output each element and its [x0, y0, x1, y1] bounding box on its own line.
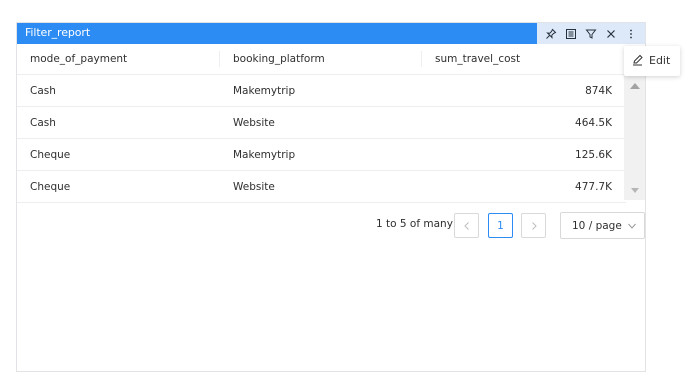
cell-booking-platform: Website: [233, 116, 275, 129]
widget-title: Filter_report: [25, 26, 91, 39]
pagination-range-text: 1 to 5 of many: [376, 218, 453, 230]
chevron-down-icon: [628, 223, 636, 229]
cell-booking-platform: Makemytrip: [233, 148, 296, 161]
cell-sum-travel-cost: 464.5K: [575, 116, 612, 129]
page-size-select[interactable]: 10 / page: [560, 212, 645, 239]
pagination: 1 to 5 of many 1 10 / page: [17, 211, 645, 239]
table-row[interactable]: Cash Website 464.5K: [17, 107, 626, 139]
prev-page-button[interactable]: [454, 213, 479, 238]
list-icon[interactable]: [563, 26, 579, 42]
next-page-button[interactable]: [521, 213, 546, 238]
column-header-sum-travel-cost[interactable]: sum_travel_cost: [435, 53, 520, 65]
widget-toolbar: [537, 23, 645, 44]
cell-mode-of-payment: Cheque: [30, 180, 71, 193]
data-grid: mode_of_payment booking_platform sum_tra…: [17, 44, 626, 203]
cell-mode-of-payment: Cash: [30, 116, 56, 129]
column-divider[interactable]: [219, 51, 220, 67]
scroll-up-arrow-icon[interactable]: [624, 78, 645, 94]
cell-booking-platform: Website: [233, 180, 275, 193]
filter-report-widget: Filter_report mode_of_payment booking_pl…: [16, 22, 646, 372]
chevron-right-icon: [531, 221, 537, 230]
column-header-mode-of-payment[interactable]: mode_of_payment: [30, 53, 127, 65]
context-menu: Edit: [624, 46, 680, 76]
column-divider[interactable]: [421, 51, 422, 67]
scroll-down-arrow-icon[interactable]: [624, 182, 645, 198]
page-number-button[interactable]: 1: [488, 213, 513, 238]
pin-icon[interactable]: [543, 26, 559, 42]
widget-titlebar: Filter_report: [17, 23, 645, 44]
table-header-row: mode_of_payment booking_platform sum_tra…: [17, 44, 626, 75]
vertical-scrollbar[interactable]: [624, 74, 645, 200]
edit-pencil-icon: [633, 54, 643, 66]
table-row[interactable]: Cash Makemytrip 874K: [17, 75, 626, 107]
cell-sum-travel-cost: 477.7K: [575, 180, 612, 193]
cell-mode-of-payment: Cheque: [30, 148, 71, 161]
column-header-booking-platform[interactable]: booking_platform: [233, 53, 325, 65]
edit-menu-label: Edit: [649, 54, 671, 67]
cell-sum-travel-cost: 125.6K: [575, 148, 612, 161]
more-icon[interactable]: [623, 26, 639, 42]
page-size-value: 10 / page: [572, 220, 622, 232]
chevron-left-icon: [463, 221, 469, 230]
cell-mode-of-payment: Cash: [30, 84, 56, 97]
table-row[interactable]: Cheque Makemytrip 125.6K: [17, 139, 626, 171]
filter-icon[interactable]: [583, 26, 599, 42]
table-row[interactable]: Cheque Website 477.7K: [17, 171, 626, 203]
cell-sum-travel-cost: 874K: [585, 84, 612, 97]
close-icon[interactable]: [603, 26, 619, 42]
cell-booking-platform: Makemytrip: [233, 84, 296, 97]
